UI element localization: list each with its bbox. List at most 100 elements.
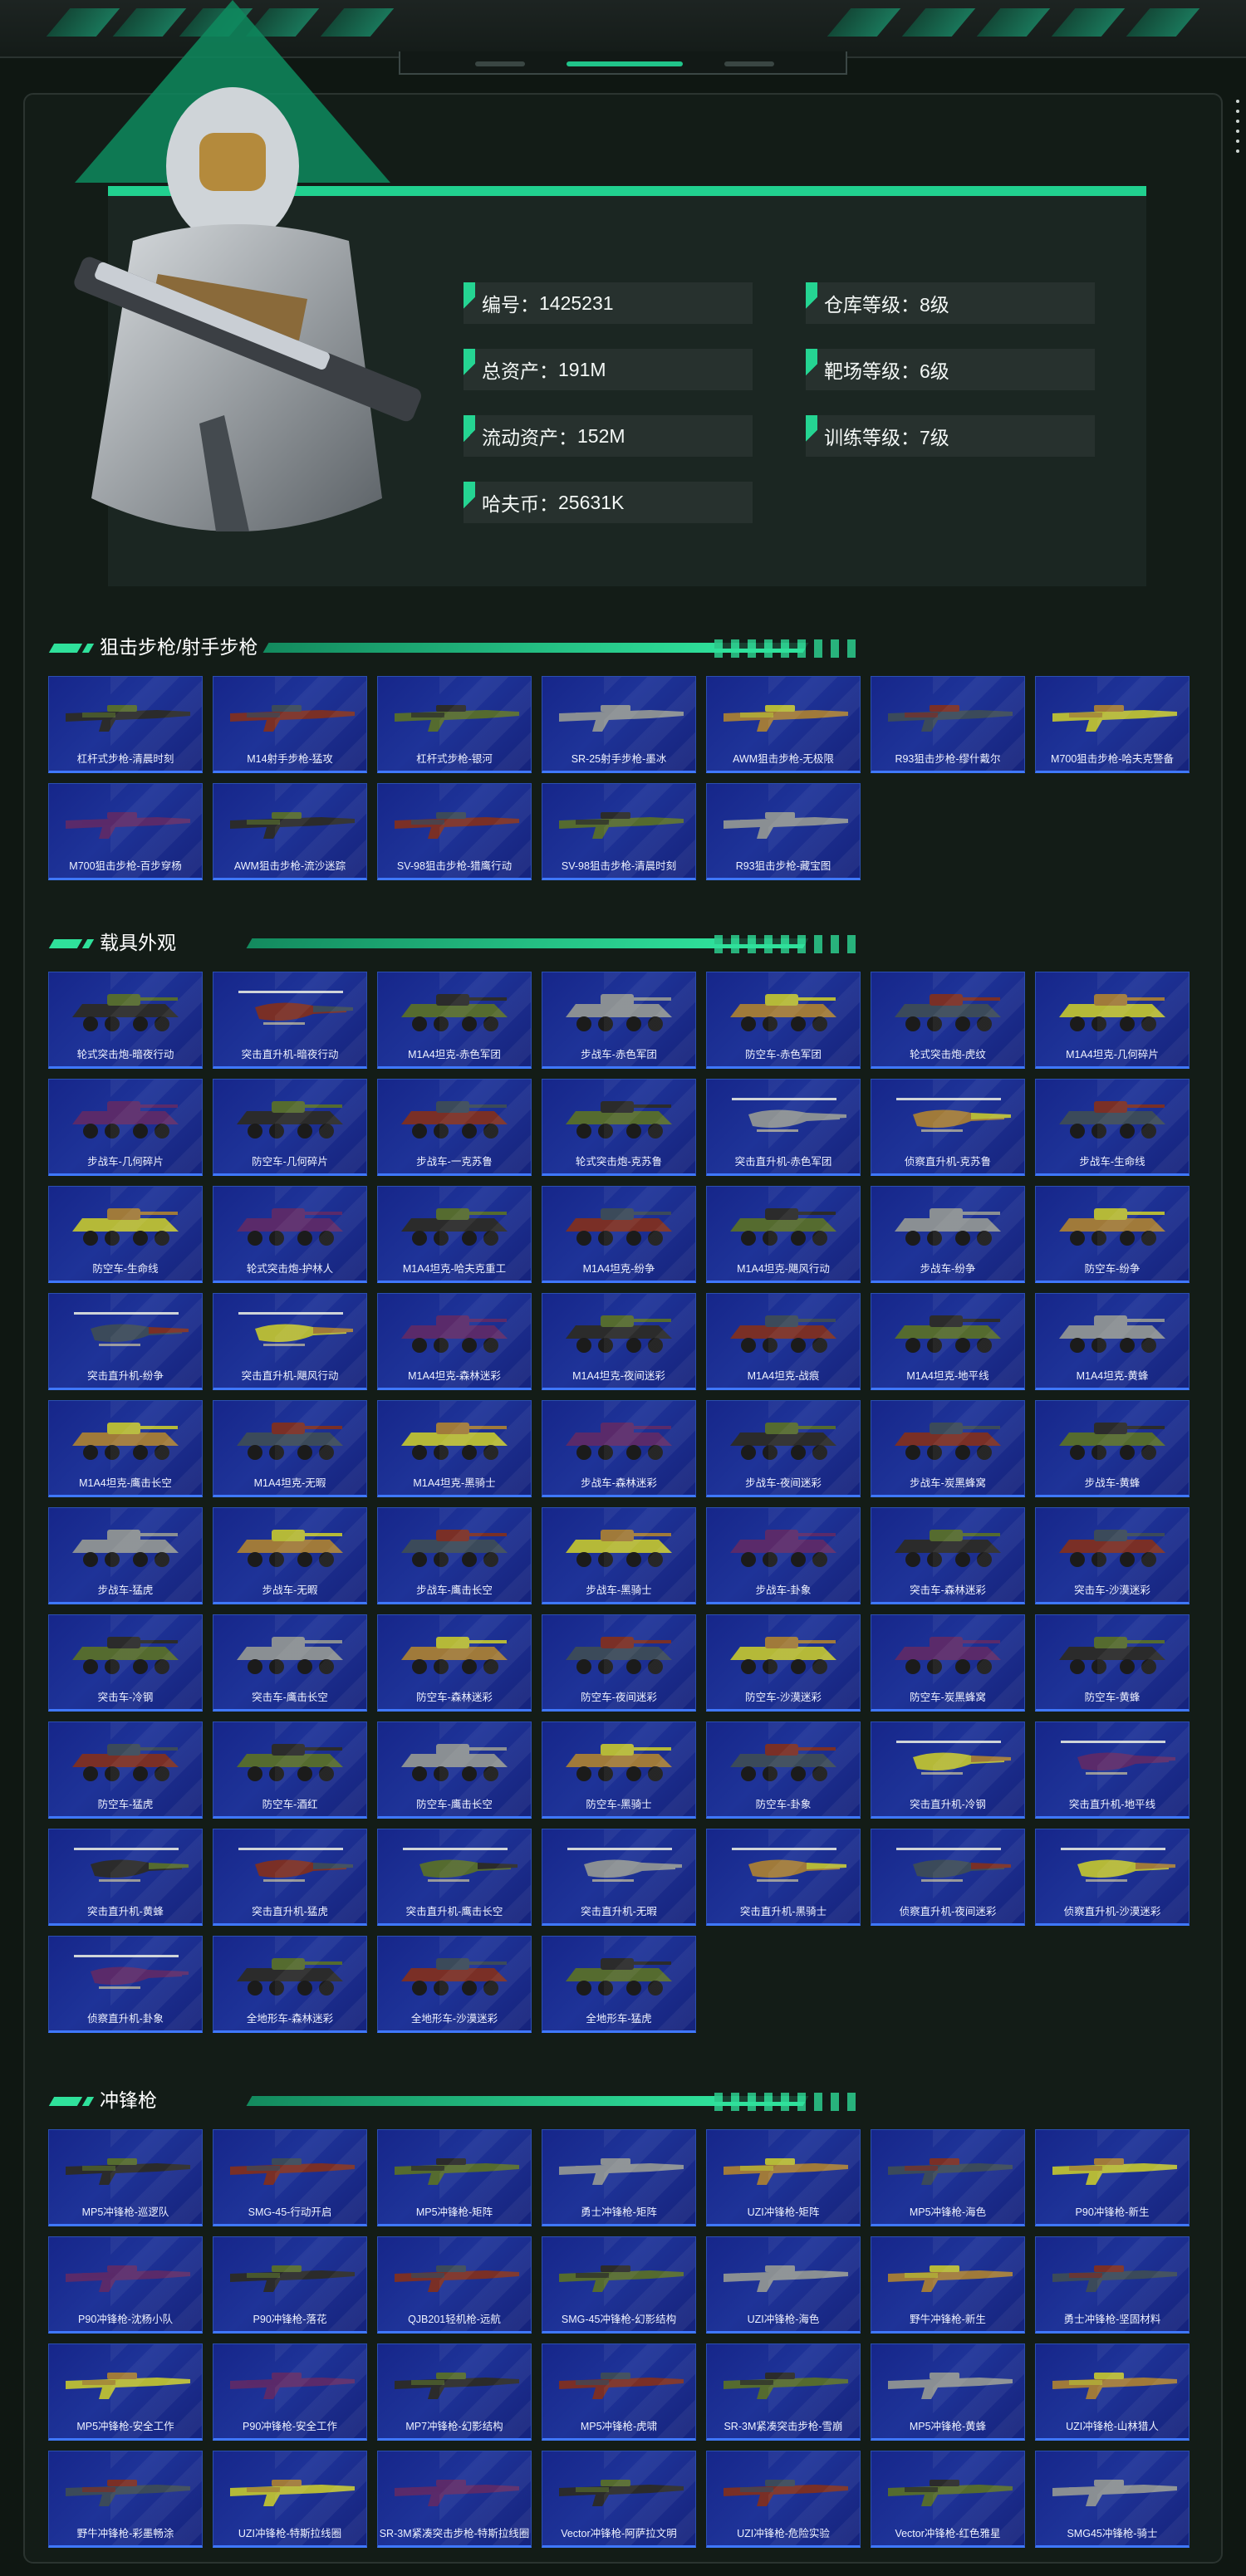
item-card[interactable]: UZI冲锋枪-海色 (706, 2236, 861, 2334)
item-card[interactable]: 杠杆式步枪-银河 (377, 676, 532, 773)
item-card[interactable]: P90冲锋枪-新生 (1035, 2129, 1190, 2226)
item-card[interactable]: 全地形车-森林迷彩 (213, 1936, 367, 2033)
item-card[interactable]: M700狙击步枪-百步穿杨 (48, 783, 203, 880)
item-card[interactable]: 突击直升机-黑骑士 (706, 1829, 861, 1926)
item-card[interactable]: 突击直升机-赤色军团 (706, 1079, 861, 1176)
item-card[interactable]: SV-98狙击步枪-猎鹰行动 (377, 783, 532, 880)
item-card[interactable]: 侦察直升机-沙漠迷彩 (1035, 1829, 1190, 1926)
item-card[interactable]: SR-3M紧凑突击步枪-雪崩 (706, 2343, 861, 2441)
item-card[interactable]: 步战车-森林迷彩 (542, 1400, 696, 1497)
item-card[interactable]: MP5冲锋枪-虎啸 (542, 2343, 696, 2441)
item-card[interactable]: SR-25射手步枪-墨冰 (542, 676, 696, 773)
item-card[interactable]: Vector冲锋枪-红色雅星 (871, 2451, 1025, 2548)
item-card[interactable]: P90冲锋枪-安全工作 (213, 2343, 367, 2441)
item-card[interactable]: P90冲锋枪-沈杨小队 (48, 2236, 203, 2334)
item-card[interactable]: 防空车-纷争 (1035, 1186, 1190, 1283)
item-card[interactable]: M1A4坦克-飓风行动 (706, 1186, 861, 1283)
item-card[interactable]: 步战车-卦象 (706, 1507, 861, 1604)
item-card[interactable]: 轮式突击炮-护林人 (213, 1186, 367, 1283)
item-card[interactable]: 步战车-炭黑蜂窝 (871, 1400, 1025, 1497)
item-card[interactable]: SMG-45冲锋枪-幻影结构 (542, 2236, 696, 2334)
item-card[interactable]: M1A4坦克-森林迷彩 (377, 1293, 532, 1390)
item-card[interactable]: MP5冲锋枪-海色 (871, 2129, 1025, 2226)
item-card[interactable]: MP7冲锋枪-幻影结构 (377, 2343, 532, 2441)
item-card[interactable]: 突击车-沙漠迷彩 (1035, 1507, 1190, 1604)
item-card[interactable]: 轮式突击炮-克苏鲁 (542, 1079, 696, 1176)
item-card[interactable]: AWM狙击步枪-无极限 (706, 676, 861, 773)
item-card[interactable]: 突击直升机-地平线 (1035, 1721, 1190, 1819)
item-card[interactable]: 防空车-酒红 (213, 1721, 367, 1819)
item-card[interactable]: M1A4坦克-战痕 (706, 1293, 861, 1390)
item-card[interactable]: 步战车-鹰击长空 (377, 1507, 532, 1604)
item-card[interactable]: 勇士冲锋枪-坚固材料 (1035, 2236, 1190, 2334)
item-card[interactable]: 防空车-炭黑蜂窝 (871, 1614, 1025, 1712)
item-card[interactable]: MP5冲锋枪-巡逻队 (48, 2129, 203, 2226)
item-card[interactable]: M1A4坦克-黄蜂 (1035, 1293, 1190, 1390)
item-card[interactable]: UZI冲锋枪-危险实验 (706, 2451, 861, 2548)
item-card[interactable]: 步战车-一克苏鲁 (377, 1079, 532, 1176)
item-card[interactable]: 防空车-鹰击长空 (377, 1721, 532, 1819)
item-card[interactable]: 防空车-生命线 (48, 1186, 203, 1283)
item-card[interactable]: 防空车-卦象 (706, 1721, 861, 1819)
item-card[interactable]: 野牛冲锋枪-新生 (871, 2236, 1025, 2334)
item-card[interactable]: MP5冲锋枪-安全工作 (48, 2343, 203, 2441)
item-card[interactable]: R93狙击步枪-缪什戴尔 (871, 676, 1025, 773)
item-card[interactable]: SMG-45-行动开启 (213, 2129, 367, 2226)
item-card[interactable]: 步战车-无暇 (213, 1507, 367, 1604)
item-card[interactable]: M1A4坦克-哈夫克重工 (377, 1186, 532, 1283)
item-card[interactable]: 突击直升机-黄蜂 (48, 1829, 203, 1926)
item-card[interactable]: SV-98狙击步枪-清晨时刻 (542, 783, 696, 880)
item-card[interactable]: UZI冲锋枪-山林猎人 (1035, 2343, 1190, 2441)
item-card[interactable]: QJB201轻机枪-远航 (377, 2236, 532, 2334)
item-card[interactable]: 杠杆式步枪-清晨时刻 (48, 676, 203, 773)
item-card[interactable]: 步战车-黑骑士 (542, 1507, 696, 1604)
item-card[interactable]: M1A4坦克-黑骑士 (377, 1400, 532, 1497)
item-card[interactable]: 突击车-冷钢 (48, 1614, 203, 1712)
item-card[interactable]: 突击直升机-无暇 (542, 1829, 696, 1926)
item-card[interactable]: 突击车-森林迷彩 (871, 1507, 1025, 1604)
item-card[interactable]: 突击直升机-冷钢 (871, 1721, 1025, 1819)
item-card[interactable]: 侦察直升机-夜间迷彩 (871, 1829, 1025, 1926)
item-card[interactable]: 防空车-赤色军团 (706, 972, 861, 1069)
item-card[interactable]: 突击直升机-飓风行动 (213, 1293, 367, 1390)
item-card[interactable]: MP5冲锋枪-矩阵 (377, 2129, 532, 2226)
item-card[interactable]: 防空车-夜间迷彩 (542, 1614, 696, 1712)
item-card[interactable]: M1A4坦克-鹰击长空 (48, 1400, 203, 1497)
item-card[interactable]: M1A4坦克-几何碎片 (1035, 972, 1190, 1069)
item-card[interactable]: AWM狙击步枪-流沙迷踪 (213, 783, 367, 880)
item-card[interactable]: 野牛冲锋枪-彩墨畅涂 (48, 2451, 203, 2548)
item-card[interactable]: M1A4坦克-夜间迷彩 (542, 1293, 696, 1390)
item-card[interactable]: MP5冲锋枪-黄蜂 (871, 2343, 1025, 2441)
item-card[interactable]: 轮式突击炮-虎纹 (871, 972, 1025, 1069)
item-card[interactable]: 勇士冲锋枪-矩阵 (542, 2129, 696, 2226)
item-card[interactable]: 全地形车-沙漠迷彩 (377, 1936, 532, 2033)
item-card[interactable]: 步战车-纷争 (871, 1186, 1025, 1283)
item-card[interactable]: M1A4坦克-无暇 (213, 1400, 367, 1497)
item-card[interactable]: 防空车-黑骑士 (542, 1721, 696, 1819)
item-card[interactable]: M700狙击步枪-哈夫克警备 (1035, 676, 1190, 773)
item-card[interactable]: 侦察直升机-卦象 (48, 1936, 203, 2033)
item-card[interactable]: 步战车-猛虎 (48, 1507, 203, 1604)
item-card[interactable]: 防空车-几何碎片 (213, 1079, 367, 1176)
item-card[interactable]: 轮式突击炮-暗夜行动 (48, 972, 203, 1069)
item-card[interactable]: UZI冲锋枪-特斯拉线圈 (213, 2451, 367, 2548)
item-card[interactable]: SMG45冲锋枪-骑士 (1035, 2451, 1190, 2548)
item-card[interactable]: Vector冲锋枪-阿萨拉文明 (542, 2451, 696, 2548)
item-card[interactable]: P90冲锋枪-落花 (213, 2236, 367, 2334)
item-card[interactable]: 突击直升机-暗夜行动 (213, 972, 367, 1069)
item-card[interactable]: 全地形车-猛虎 (542, 1936, 696, 2033)
item-card[interactable]: 防空车-猛虎 (48, 1721, 203, 1819)
item-card[interactable]: UZI冲锋枪-矩阵 (706, 2129, 861, 2226)
item-card[interactable]: 突击车-鹰击长空 (213, 1614, 367, 1712)
item-card[interactable]: 步战车-几何碎片 (48, 1079, 203, 1176)
item-card[interactable]: M14射手步枪-猛攻 (213, 676, 367, 773)
item-card[interactable]: 步战车-生命线 (1035, 1079, 1190, 1176)
item-card[interactable]: 防空车-黄蜂 (1035, 1614, 1190, 1712)
item-card[interactable]: M1A4坦克-地平线 (871, 1293, 1025, 1390)
item-card[interactable]: 突击直升机-鹰击长空 (377, 1829, 532, 1926)
item-card[interactable]: 防空车-沙漠迷彩 (706, 1614, 861, 1712)
item-card[interactable]: 突击直升机-纷争 (48, 1293, 203, 1390)
item-card[interactable]: 步战车-夜间迷彩 (706, 1400, 861, 1497)
item-card[interactable]: 侦察直升机-克苏鲁 (871, 1079, 1025, 1176)
item-card[interactable]: 步战车-赤色军团 (542, 972, 696, 1069)
